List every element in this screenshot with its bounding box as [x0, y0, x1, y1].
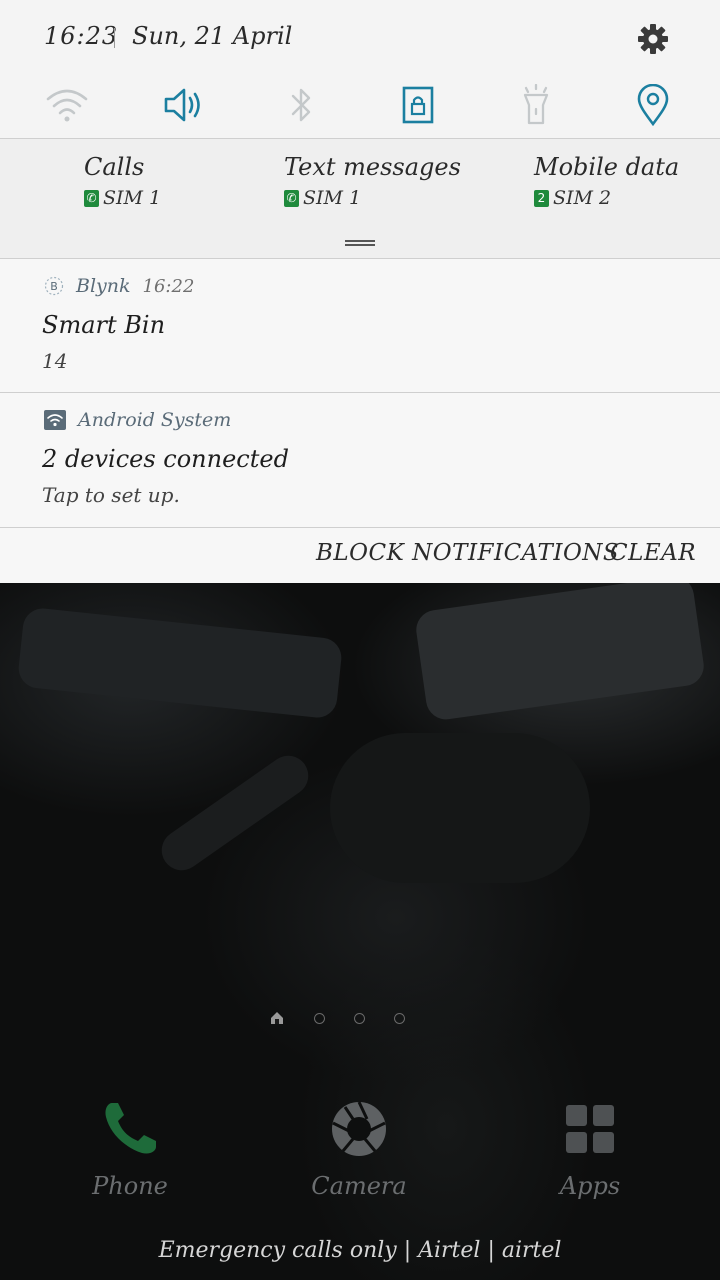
sim-data-value: 2 SIM 2 — [534, 187, 679, 209]
sim-text-messages[interactable]: Text messages ✆ SIM 1 — [284, 153, 461, 209]
notification-time: 16:22 — [142, 275, 195, 297]
page-indicator — [270, 1011, 434, 1025]
home-page-icon — [271, 1012, 283, 1024]
sound-toggle[interactable] — [159, 80, 209, 130]
notification-android-system[interactable]: Android System 2 devices connected Tap t… — [0, 393, 720, 527]
block-notifications-button[interactable]: BLOCK NOTIFICATIONS — [316, 540, 619, 566]
notification-app-name: Android System — [78, 409, 232, 431]
notification-blynk[interactable]: B Blynk 16:22 Smart Bin 14 — [0, 259, 720, 392]
date: Sun, 21 April — [132, 22, 293, 50]
notification-header: B Blynk 16:22 — [44, 275, 194, 297]
page-dot — [314, 1012, 325, 1024]
shade-header: 16:23 Sun, 21 April — [0, 0, 720, 80]
clock: 16:23 — [44, 22, 119, 50]
notification-body: 14 — [42, 349, 68, 373]
sim-calls-sim: SIM 1 — [103, 187, 162, 209]
phone-icon — [95, 1094, 165, 1164]
speaker-icon — [164, 88, 200, 122]
page-dot — [394, 1012, 405, 1024]
sim-texts-sim: SIM 1 — [303, 187, 362, 209]
sim-call-icon: ✆ — [84, 189, 99, 207]
wallpaper-shape — [153, 747, 317, 879]
wallpaper-shape — [413, 574, 707, 722]
sim-card-manager: Calls ✆ SIM 1 Text messages ✆ SIM 1 Mobi… — [0, 139, 720, 258]
lock-icon — [402, 86, 434, 124]
bluetooth-toggle[interactable] — [276, 80, 326, 130]
sim-calls[interactable]: Calls ✆ SIM 1 — [84, 153, 161, 209]
bluetooth-icon — [291, 88, 311, 122]
location-pin-icon — [637, 84, 669, 126]
notification-actions: BLOCK NOTIFICATIONS CLEAR — [0, 528, 720, 583]
flashlight-icon — [523, 84, 549, 125]
wifi-square-icon — [44, 410, 66, 430]
screen-lock-toggle[interactable] — [393, 80, 443, 130]
wifi-icon — [46, 89, 88, 122]
dock-label: Phone — [92, 1172, 168, 1200]
dock-camera[interactable]: Camera — [279, 1094, 439, 1200]
separator — [114, 28, 115, 48]
dock-apps[interactable]: Apps — [510, 1094, 670, 1200]
settings-button[interactable] — [634, 20, 672, 58]
blynk-app-icon: B — [44, 276, 64, 296]
dock-phone[interactable]: Phone — [50, 1094, 210, 1200]
svg-text:B: B — [50, 280, 58, 293]
drag-handle[interactable] — [345, 240, 375, 246]
location-toggle[interactable] — [628, 80, 678, 130]
notification-title: Smart Bin — [42, 311, 166, 339]
sim-mobile-data[interactable]: Mobile data 2 SIM 2 — [534, 153, 679, 209]
sim-call-icon: ✆ — [284, 189, 299, 207]
sim-calls-value: ✆ SIM 1 — [84, 187, 161, 209]
sim-texts-label: Text messages — [284, 153, 461, 181]
sim-calls-label: Calls — [84, 153, 145, 181]
sim-data-sim: SIM 2 — [553, 187, 612, 209]
camera-shutter-icon — [324, 1094, 394, 1164]
notification-title: 2 devices connected — [42, 445, 289, 473]
wifi-toggle[interactable] — [42, 80, 92, 130]
wallpaper-shape — [16, 606, 344, 720]
notification-header: Android System — [44, 409, 231, 431]
carrier-status: Emergency calls only | Airtel | airtel — [158, 1238, 562, 1263]
dock-label: Camera — [311, 1172, 407, 1200]
page-dot — [354, 1012, 365, 1024]
notification-shade: 16:23 Sun, 21 April Calls ✆ SIM 1 Text m… — [0, 0, 720, 583]
apps-grid-icon — [555, 1094, 625, 1164]
gear-icon — [638, 24, 668, 54]
wallpaper-shape — [330, 733, 590, 883]
torch-toggle[interactable] — [511, 80, 561, 130]
notification-app-name: Blynk — [76, 275, 131, 297]
dock-label: Apps — [559, 1172, 621, 1200]
clear-button[interactable]: CLEAR — [610, 540, 696, 566]
sim-texts-value: ✆ SIM 1 — [284, 187, 461, 209]
quick-settings — [0, 80, 720, 138]
sim-data-label: Mobile data — [534, 153, 680, 181]
sim2-badge-icon: 2 — [534, 189, 549, 207]
notification-body: Tap to set up. — [42, 483, 180, 507]
